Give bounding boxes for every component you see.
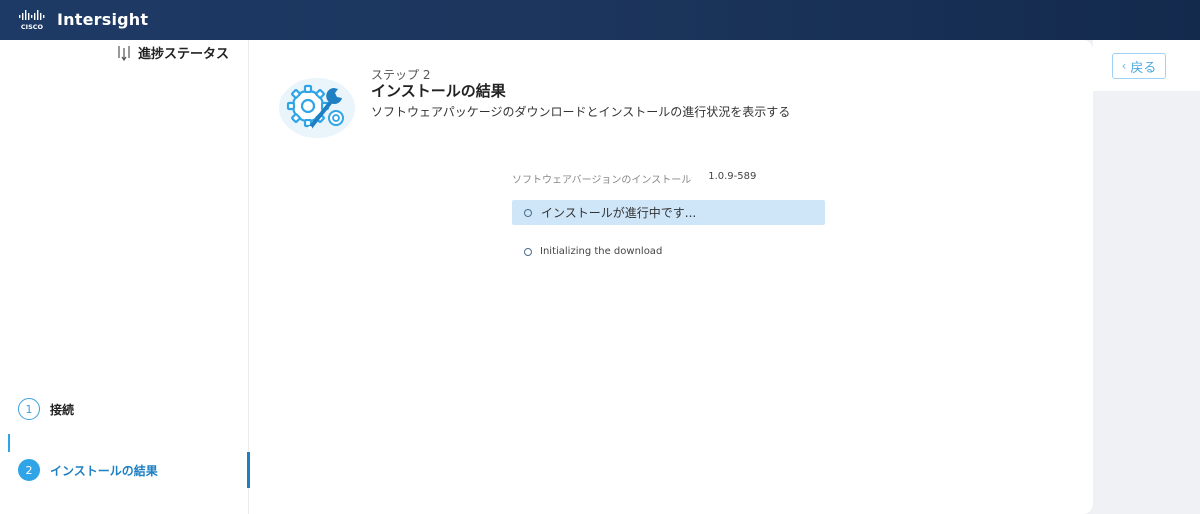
sort-arrows-icon [118, 45, 130, 61]
svg-text:CISCO: CISCO [21, 23, 44, 31]
install-status-banner: インストールが進行中です... [512, 200, 825, 225]
page-title: インストールの結果 [371, 82, 506, 100]
step-number-badge: 1 [18, 398, 40, 420]
cisco-logo[interactable]: CISCO [18, 9, 46, 31]
step-number-badge: 2 [18, 459, 40, 481]
chevron-left-icon: ‹ [1121, 59, 1127, 73]
step-connector [8, 434, 10, 452]
status-circle-icon [524, 208, 532, 217]
app-title: Intersight [57, 10, 149, 29]
status-circle-icon [524, 247, 532, 256]
sidebar-step-connect[interactable]: 1 接続 [18, 398, 74, 420]
progress-sidebar [0, 40, 249, 514]
progress-status-title: 進捗ステータス [138, 47, 230, 62]
right-panel [1093, 91, 1200, 514]
sidebar-step-install-result[interactable]: 2 インストールの結果 [18, 459, 158, 481]
software-version-row: ソフトウェアバージョンのインストール 1.0.9-589 [512, 171, 756, 186]
top-navbar: CISCO Intersight [0, 0, 1200, 40]
progress-status-header: 進捗ステータス [117, 43, 229, 62]
sub-status-text: Initializing the download [540, 246, 663, 257]
install-status-text: インストールが進行中です... [541, 206, 697, 220]
back-button[interactable]: ‹ 戻る [1112, 53, 1166, 79]
sub-status-item: Initializing the download [524, 246, 662, 257]
step-label: 接続 [50, 402, 75, 417]
back-button-label: 戻る [1130, 60, 1157, 76]
page-subtitle: ソフトウェアパッケージのダウンロードとインストールの進行状況を表示する [371, 105, 791, 119]
active-step-indicator [247, 452, 250, 488]
version-value: 1.0.9-589 [708, 171, 757, 182]
version-label: ソフトウェアバージョンのインストール [512, 175, 692, 186]
gear-wrench-icon [279, 78, 355, 138]
step-label: インストールの結果 [50, 463, 158, 478]
